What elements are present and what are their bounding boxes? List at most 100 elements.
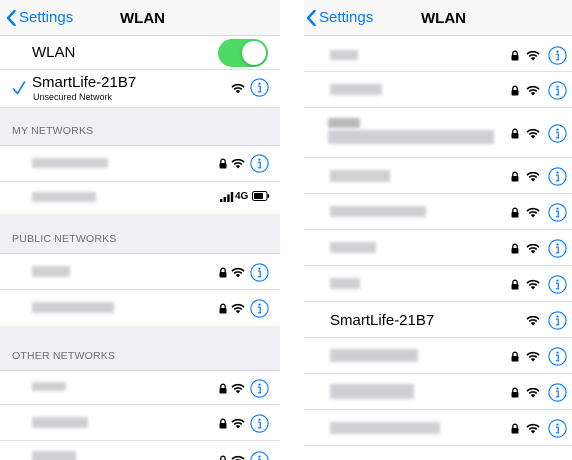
network-row[interactable] [304, 194, 572, 230]
network-row[interactable] [304, 72, 572, 108]
wifi-icon [526, 207, 540, 218]
redacted-network-name [32, 451, 76, 460]
redacted-network-name [330, 50, 358, 60]
lock-icon [511, 171, 519, 182]
info-icon[interactable] [548, 81, 567, 100]
redacted-network-name [328, 118, 360, 128]
network-row[interactable] [304, 158, 572, 194]
redacted-network-name [330, 206, 426, 217]
wifi-icon [526, 243, 540, 254]
other-network-row-3[interactable] [0, 441, 280, 460]
connected-network-status: Unsecured Network [33, 92, 113, 102]
lock-icon [511, 50, 519, 61]
wifi-icon [231, 455, 245, 460]
info-icon[interactable] [548, 311, 567, 330]
lock-icon [219, 267, 227, 278]
lock-icon [219, 383, 227, 394]
back-chevron-icon [306, 9, 316, 26]
battery-icon [252, 191, 270, 201]
redacted-network-name [32, 192, 96, 202]
back-button[interactable]: Settings [306, 9, 373, 26]
info-icon[interactable] [548, 275, 567, 294]
public-network-row-2[interactable] [0, 290, 280, 326]
public-network-row-1[interactable] [0, 254, 280, 290]
other-networks-title: OTHER NETWORKS [12, 350, 116, 362]
info-icon[interactable] [250, 414, 269, 433]
my-networks-header: MY NETWORKS [0, 108, 280, 146]
redacted-network-name [330, 170, 390, 182]
redacted-network-name [330, 422, 440, 434]
info-icon[interactable] [250, 78, 269, 97]
redacted-network-name [32, 417, 88, 428]
info-icon[interactable] [250, 299, 269, 318]
info-icon[interactable] [548, 124, 567, 143]
back-label: Settings [319, 9, 374, 26]
my-network-row-1[interactable] [0, 146, 280, 182]
network-row[interactable] [304, 374, 572, 410]
back-label: Settings [19, 9, 74, 26]
cellular-type-label: 4G [235, 191, 249, 202]
redacted-network-name [330, 384, 414, 399]
redacted-network-name [32, 382, 66, 391]
info-icon[interactable] [548, 203, 567, 222]
navigation-bar: Settings WLAN [304, 0, 572, 36]
other-network-row-1[interactable] [0, 371, 280, 405]
info-icon[interactable] [250, 451, 269, 460]
info-icon[interactable] [250, 154, 269, 173]
wifi-icon [526, 315, 540, 326]
network-row[interactable] [304, 108, 572, 158]
wifi-icon [526, 171, 540, 182]
other-networks-header: OTHER NETWORKS [0, 326, 280, 371]
toggle-knob [242, 41, 266, 65]
wlan-screen-right: Settings WLAN SmartLife-21B7 [304, 0, 572, 460]
wifi-icon [231, 418, 245, 429]
redacted-network-name [330, 278, 360, 289]
wifi-icon [231, 303, 245, 314]
page-title: WLAN [421, 10, 466, 27]
checkmark-icon [12, 81, 26, 95]
wlan-toggle-row: WLAN [0, 36, 280, 70]
wlan-toggle-switch[interactable] [218, 39, 268, 67]
redacted-network-name [32, 158, 108, 168]
network-row-smartlife[interactable]: SmartLife-21B7 [304, 302, 572, 338]
redacted-network-name [330, 242, 376, 253]
info-icon[interactable] [548, 347, 567, 366]
connected-network-row[interactable]: SmartLife-21B7 Unsecured Network [0, 70, 280, 108]
lock-icon [511, 423, 519, 434]
redacted-network-name [32, 266, 70, 277]
network-row[interactable] [304, 338, 572, 374]
my-network-row-hotspot[interactable]: 4G [0, 182, 280, 214]
network-row[interactable] [304, 36, 572, 72]
public-networks-header: PUBLIC NETWORKS [0, 214, 280, 254]
redacted-network-name [330, 349, 418, 362]
info-icon[interactable] [548, 167, 567, 186]
lock-icon [220, 455, 226, 460]
wifi-icon [231, 158, 245, 169]
wifi-icon [526, 387, 540, 398]
back-chevron-icon [6, 9, 16, 26]
network-row[interactable] [304, 410, 572, 446]
other-network-row-2[interactable] [0, 405, 280, 441]
info-icon[interactable] [250, 379, 269, 398]
back-button[interactable]: Settings [6, 9, 73, 26]
lock-icon [511, 85, 519, 96]
connected-network-name: SmartLife-21B7 [32, 74, 137, 91]
lock-icon [219, 158, 227, 169]
info-icon[interactable] [548, 239, 567, 258]
network-row[interactable] [304, 266, 572, 302]
network-row[interactable] [304, 230, 572, 266]
wlan-toggle-label: WLAN [32, 44, 76, 61]
wifi-icon [231, 383, 245, 394]
lock-icon [219, 303, 227, 314]
redacted-network-name [32, 302, 114, 313]
info-icon[interactable] [548, 383, 567, 402]
wifi-icon [231, 83, 245, 94]
info-icon[interactable] [548, 46, 567, 65]
navigation-bar: Settings WLAN [0, 0, 280, 36]
lock-icon [511, 351, 519, 362]
wifi-icon [526, 128, 540, 139]
lock-icon [511, 128, 519, 139]
info-icon[interactable] [548, 419, 567, 438]
info-icon[interactable] [250, 263, 269, 282]
network-name: SmartLife-21B7 [330, 312, 435, 329]
